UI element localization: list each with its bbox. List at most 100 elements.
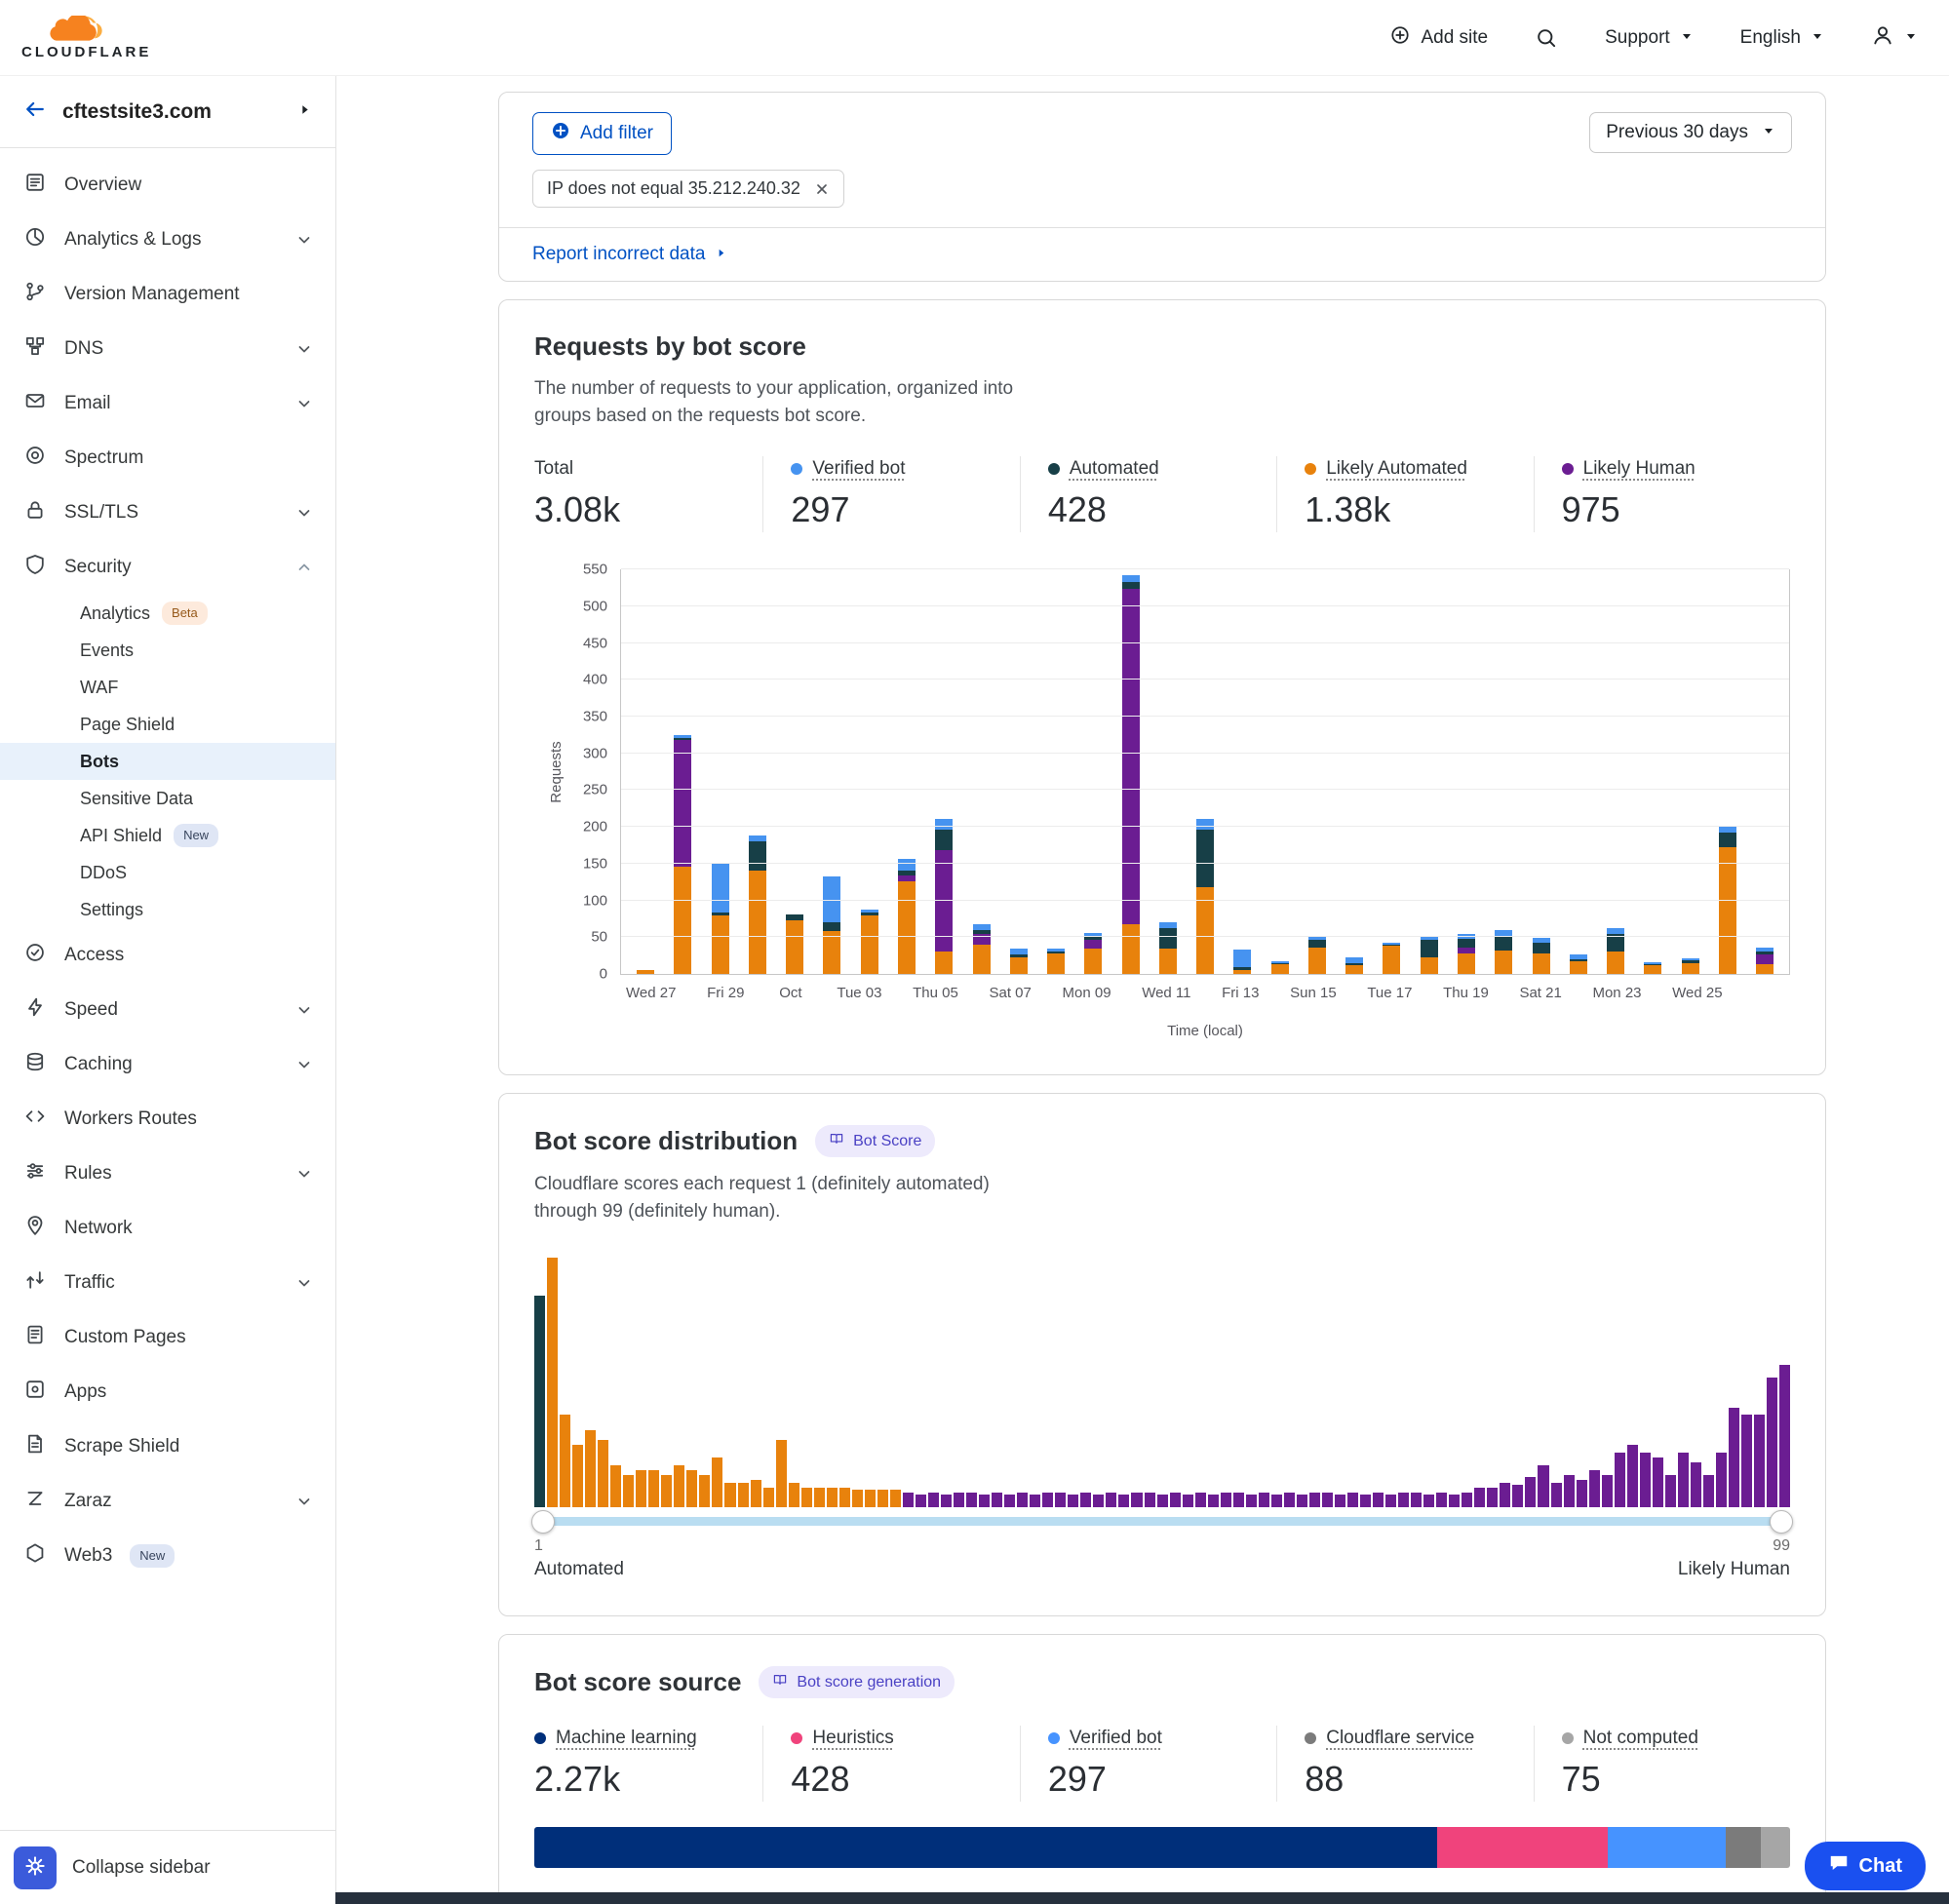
x-tick-label: Tue 03: [837, 985, 881, 1001]
collapse-sidebar-button[interactable]: Collapse sidebar: [72, 1857, 211, 1879]
x-tick-label: Thu 19: [1443, 985, 1489, 1001]
bar: [664, 735, 701, 974]
sidebar-item-label: Traffic: [64, 1272, 115, 1294]
sidebar-item-security-waf[interactable]: WAF: [0, 669, 335, 706]
source-stats-row: Machine learning2.27kHeuristics428Verifi…: [534, 1726, 1790, 1802]
card-description: The number of requests to your applicati…: [534, 375, 1061, 429]
language-menu[interactable]: English: [1740, 27, 1824, 49]
sidebar-item-dns[interactable]: DNS: [0, 322, 335, 376]
sidebar-item-email[interactable]: Email: [0, 376, 335, 431]
bot-score-doc-badge[interactable]: Bot Score: [815, 1125, 935, 1157]
sidebar-item-rules[interactable]: Rules: [0, 1146, 335, 1201]
account-menu[interactable]: [1871, 23, 1918, 53]
report-incorrect-data-link[interactable]: Report incorrect data: [499, 227, 1825, 281]
stat-label: Heuristics: [812, 1728, 893, 1749]
sidebar-item-analytics-logs[interactable]: Analytics & Logs: [0, 213, 335, 267]
bar-segment: [749, 841, 766, 871]
chevron-down-icon[interactable]: [296, 1002, 312, 1018]
sidebar-item-label: API Shield: [80, 826, 162, 846]
chevron-down-icon[interactable]: [296, 1057, 312, 1072]
chevron-down-icon: [1811, 27, 1824, 49]
bar: [1336, 957, 1373, 974]
sidebar-item-workers-routes[interactable]: Workers Routes: [0, 1092, 335, 1146]
support-label: Support: [1605, 27, 1670, 49]
sidebar-item-security-sensitive-data[interactable]: Sensitive Data: [0, 780, 335, 817]
chevron-down-icon[interactable]: [296, 505, 312, 521]
sidebar-item-spectrum[interactable]: Spectrum: [0, 431, 335, 486]
bar-segment: [1570, 961, 1587, 974]
sidebar-item-scrape-shield[interactable]: Scrape Shield: [0, 1419, 335, 1474]
dns-icon: [23, 334, 47, 364]
x-tick-label: Wed 27: [626, 985, 676, 1001]
chevron-down-icon[interactable]: [296, 396, 312, 411]
chevron-down-icon[interactable]: [296, 1494, 312, 1509]
date-range-select[interactable]: Previous 30 days: [1589, 112, 1792, 153]
slider-handle-min[interactable]: [531, 1510, 555, 1534]
filter-chip[interactable]: IP does not equal 35.212.240.32: [532, 170, 844, 208]
stat-value: 2.27k: [534, 1759, 735, 1800]
sidebar-item-security-page-shield[interactable]: Page Shield: [0, 706, 335, 743]
histogram-bar: [1271, 1495, 1282, 1507]
remove-filter-icon[interactable]: [814, 181, 830, 197]
sidebar-item-security-analytics[interactable]: AnalyticsBeta: [0, 595, 335, 632]
settings-gear-button[interactable]: [14, 1846, 57, 1889]
sidebar-item-traffic[interactable]: Traffic: [0, 1256, 335, 1310]
x-tick-label: Wed 25: [1672, 985, 1722, 1001]
sidebar-item-security-events[interactable]: Events: [0, 632, 335, 669]
book-icon: [829, 1131, 844, 1151]
sidebar-item-network[interactable]: Network: [0, 1201, 335, 1256]
search-icon[interactable]: [1535, 26, 1558, 50]
histogram-bar: [1640, 1453, 1651, 1507]
chat-button[interactable]: Chat: [1805, 1842, 1926, 1890]
x-tick-label: [676, 985, 707, 1001]
sidebar-item-apps[interactable]: Apps: [0, 1365, 335, 1419]
bar-segment: [1682, 963, 1699, 974]
sidebar-item-access[interactable]: Access: [0, 928, 335, 983]
chevron-right-icon[interactable]: [297, 102, 312, 122]
sidebar-item-zaraz[interactable]: Zaraz: [0, 1474, 335, 1529]
chevron-down-icon[interactable]: [296, 1275, 312, 1291]
back-arrow-icon[interactable]: [23, 97, 47, 126]
x-tick-label: [1191, 985, 1223, 1001]
chevron-up-icon[interactable]: [296, 560, 312, 575]
bar-segment: [935, 830, 953, 850]
sidebar-item-ssl-tls[interactable]: SSL/TLS: [0, 486, 335, 540]
bar: [1448, 934, 1485, 974]
add-site-button[interactable]: Add site: [1389, 24, 1488, 52]
sidebar-item-overview[interactable]: Overview: [0, 158, 335, 213]
bar: [739, 835, 776, 974]
y-tick-label: 250: [583, 782, 607, 798]
sidebar-item-caching[interactable]: Caching: [0, 1037, 335, 1092]
histogram-bar: [1564, 1475, 1575, 1507]
security-icon: [23, 553, 47, 582]
sidebar-item-security-ddos[interactable]: DDoS: [0, 854, 335, 891]
bar-segment: [1233, 970, 1251, 975]
chevron-down-icon[interactable]: [296, 1166, 312, 1182]
chevron-down-icon[interactable]: [296, 232, 312, 248]
requests-stats-row: Total3.08kVerified bot297Automated428Lik…: [534, 456, 1790, 532]
x-tick-label: [1032, 985, 1063, 1001]
stat-label: Machine learning: [556, 1728, 697, 1749]
filter-chip-text: IP does not equal 35.212.240.32: [547, 178, 800, 199]
histogram-bar: [598, 1440, 608, 1507]
add-filter-button[interactable]: Add filter: [532, 112, 672, 155]
bot-score-generation-doc-badge[interactable]: Bot score generation: [759, 1666, 955, 1698]
slider-handle-max[interactable]: [1770, 1510, 1793, 1534]
email-icon: [23, 389, 47, 418]
sidebar-item-security[interactable]: Security: [0, 540, 335, 595]
sidebar-item-security-settings[interactable]: Settings: [0, 891, 335, 928]
histogram-bar: [776, 1440, 787, 1507]
support-menu[interactable]: Support: [1605, 27, 1694, 49]
sidebar-item-web3[interactable]: Web3New: [0, 1529, 335, 1583]
sidebar-item-speed[interactable]: Speed: [0, 983, 335, 1037]
book-icon: [772, 1672, 788, 1692]
chevron-down-icon[interactable]: [296, 341, 312, 357]
sidebar-item-security-api-shield[interactable]: API ShieldNew: [0, 817, 335, 854]
score-range-slider[interactable]: [534, 1517, 1790, 1526]
sidebar-item-custom-pages[interactable]: Custom Pages: [0, 1310, 335, 1365]
top-header: CLOUDFLARE Add site Support English: [0, 0, 1949, 76]
sidebar-item-security-bots[interactable]: Bots: [0, 743, 335, 780]
bar-segment: [1533, 953, 1550, 974]
sidebar-item-version-management[interactable]: Version Management: [0, 267, 335, 322]
analytics-logs-icon: [23, 225, 47, 254]
